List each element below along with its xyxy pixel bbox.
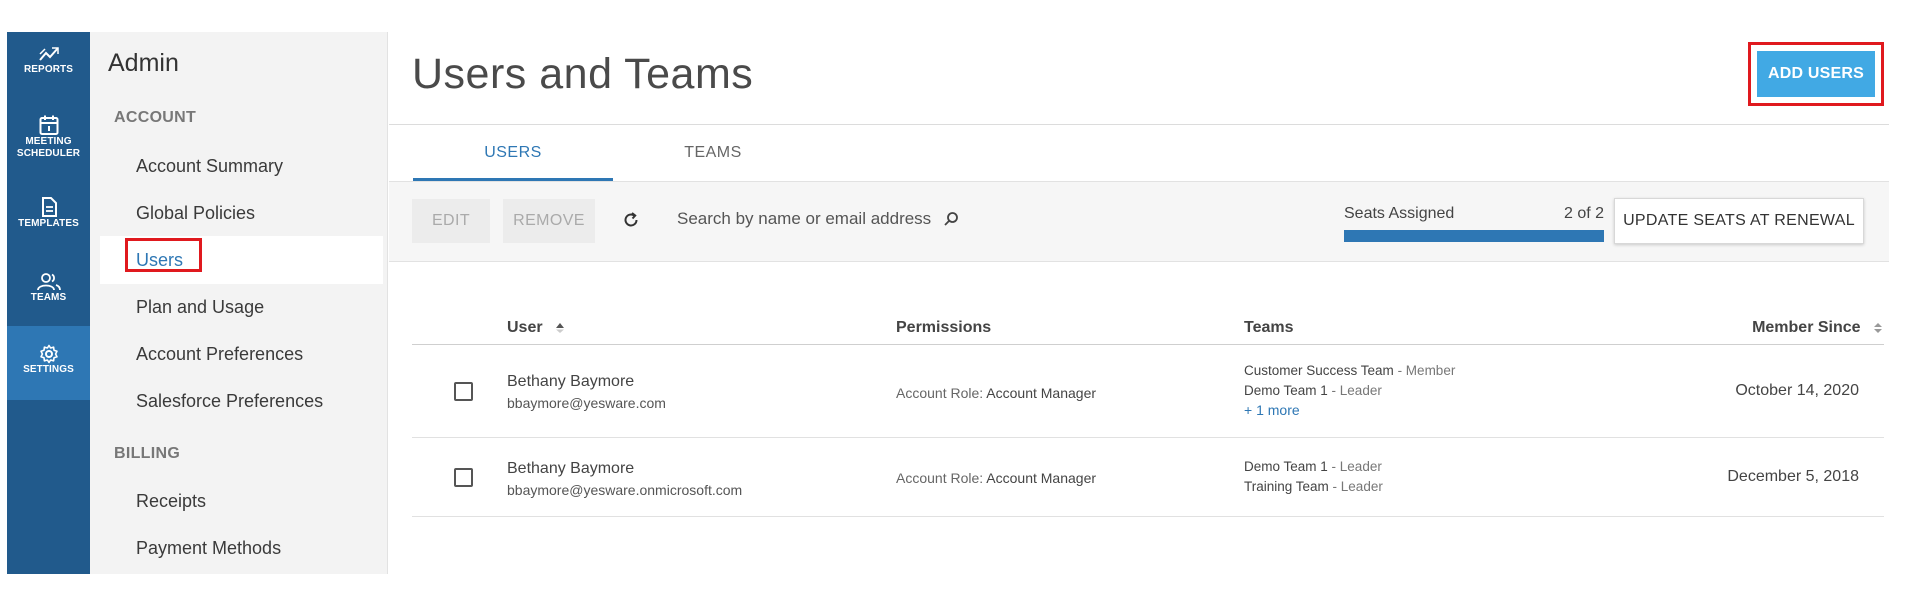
team-role: - Leader [1328, 479, 1383, 494]
tab-teams[interactable]: TEAMS [613, 144, 813, 162]
refresh-icon[interactable] [622, 211, 640, 229]
team-entry: Demo Team 1 - Leader [1244, 383, 1382, 398]
page-title: Users and Teams [412, 50, 754, 98]
user-name: Bethany Baymore [507, 460, 635, 477]
seats-progress-fill [1345, 231, 1603, 241]
sidebar-item-payment-methods[interactable]: Payment Methods [100, 524, 383, 572]
people-icon [36, 273, 61, 291]
sidebar-section-billing: BILLING [114, 445, 181, 462]
sidebar-title: Admin [108, 49, 179, 77]
row-checkbox[interactable] [454, 382, 473, 401]
seats-progress-bar [1344, 230, 1604, 242]
rail-label-reports: REPORTS [23, 64, 74, 75]
team-name: Training Team [1244, 479, 1329, 494]
team-role: - Leader [1327, 383, 1382, 398]
sidebar-item-label: Users [136, 250, 184, 270]
search-input[interactable] [677, 204, 977, 234]
sort-ascending-icon[interactable] [555, 322, 565, 334]
sidebar-item-label: Account Preferences [136, 344, 304, 364]
users-toolbar: EDIT REMOVE Seats Assigned 2 of 2 UPDATE… [389, 181, 1889, 262]
role-value: Account Manager [986, 385, 1097, 401]
sidebar-item-label: Global Policies [136, 203, 256, 223]
tabs-divider [389, 124, 1889, 125]
rail-item-settings[interactable]: SETTINGS [7, 326, 90, 400]
team-entry: Customer Success Team - Member [1244, 363, 1455, 378]
permissions-cell: Account Role: Account Manager [896, 385, 1096, 401]
tab-users[interactable]: USERS [413, 144, 613, 162]
rail-item-templates[interactable]: TEMPLATES [7, 196, 90, 252]
seats-assigned-value: 2 of 2 [1563, 205, 1604, 222]
sidebar-item-users[interactable]: Users [100, 236, 383, 284]
role-value: Account Manager [986, 470, 1097, 486]
role-label: Account Role: [896, 385, 984, 401]
document-icon [41, 197, 57, 217]
gear-icon [39, 344, 58, 364]
member-since: December 5, 2018 [1727, 468, 1859, 485]
row-divider [412, 516, 1884, 517]
seats-assigned-label: Seats Assigned [1344, 205, 1455, 222]
column-header-permissions: Permissions [896, 319, 992, 336]
team-role: - Member [1393, 363, 1456, 378]
edit-button[interactable]: EDIT [412, 199, 490, 243]
team-entry: Training Team - Leader [1244, 479, 1383, 494]
sidebar-item-account-summary[interactable]: Account Summary [100, 142, 383, 190]
table-header-divider [412, 344, 1884, 345]
sidebar-item-salesforce-preferences[interactable]: Salesforce Preferences [100, 377, 383, 425]
rail-item-reports[interactable]: REPORTS [7, 44, 90, 100]
sidebar-item-label: Salesforce Preferences [136, 391, 324, 411]
column-header-label: Member Since [1752, 319, 1861, 336]
row-divider [412, 437, 1884, 438]
team-name: Demo Team 1 [1244, 459, 1328, 474]
permissions-cell: Account Role: Account Manager [896, 470, 1096, 486]
column-header-teams: Teams [1244, 319, 1294, 336]
sidebar-item-account-preferences[interactable]: Account Preferences [100, 330, 383, 378]
sidebar-item-label: Receipts [136, 491, 207, 511]
role-label: Account Role: [896, 470, 984, 486]
rail-label-teams: TEAMS [30, 292, 67, 303]
sidebar-item-label: Payment Methods [136, 538, 282, 558]
search-icon[interactable] [943, 211, 959, 227]
rail-label-templates: TEMPLATES [18, 218, 79, 229]
sidebar-section-account: ACCOUNT [114, 109, 197, 126]
sidebar-item-global-policies[interactable]: Global Policies [100, 189, 383, 237]
rail-label-settings: SETTINGS [23, 364, 74, 375]
column-header-member-since[interactable]: Member Since [1629, 319, 1883, 337]
add-users-button[interactable]: ADD USERS [1757, 51, 1875, 97]
admin-sidebar: Admin ACCOUNT Account Summary Global Pol… [90, 32, 388, 574]
main-content: Users and Teams ADD USERS USERS TEAMS ED… [389, 32, 1889, 574]
user-email: bbaymore@yesware.onmicrosoft.com [507, 482, 743, 498]
team-name: Demo Team 1 [1244, 383, 1328, 398]
team-role: - Leader [1327, 459, 1382, 474]
column-header-label: User [507, 319, 543, 336]
update-seats-button[interactable]: UPDATE SEATS AT RENEWAL [1614, 198, 1864, 244]
team-name: Customer Success Team [1244, 363, 1394, 378]
sort-icon[interactable] [1873, 322, 1883, 334]
rail-item-meeting-scheduler[interactable]: MEETING SCHEDULER [7, 114, 90, 176]
reports-icon [38, 47, 59, 61]
sidebar-item-label: Account Summary [136, 156, 284, 176]
team-entry: Demo Team 1 - Leader [1244, 459, 1382, 474]
add-users-highlight: ADD USERS [1748, 42, 1884, 106]
calendar-icon [39, 115, 58, 135]
column-header-user[interactable]: User [507, 319, 565, 337]
sidebar-item-label: Plan and Usage [136, 297, 265, 317]
row-checkbox[interactable] [454, 468, 473, 487]
rail-item-teams[interactable]: TEAMS [7, 272, 90, 328]
user-email: bbaymore@yesware.com [507, 395, 666, 411]
member-since: October 14, 2020 [1735, 382, 1859, 399]
more-teams-link[interactable]: + 1 more [1244, 402, 1300, 418]
icon-rail: REPORTS MEETING SCHEDULER TEMPLATES TEAM… [7, 32, 90, 574]
user-name: Bethany Baymore [507, 373, 635, 390]
rail-label-meeting-scheduler: MEETING SCHEDULER [16, 136, 81, 159]
remove-button[interactable]: REMOVE [503, 199, 595, 243]
sidebar-item-plan-and-usage[interactable]: Plan and Usage [100, 283, 383, 331]
sidebar-item-receipts[interactable]: Receipts [100, 477, 383, 525]
